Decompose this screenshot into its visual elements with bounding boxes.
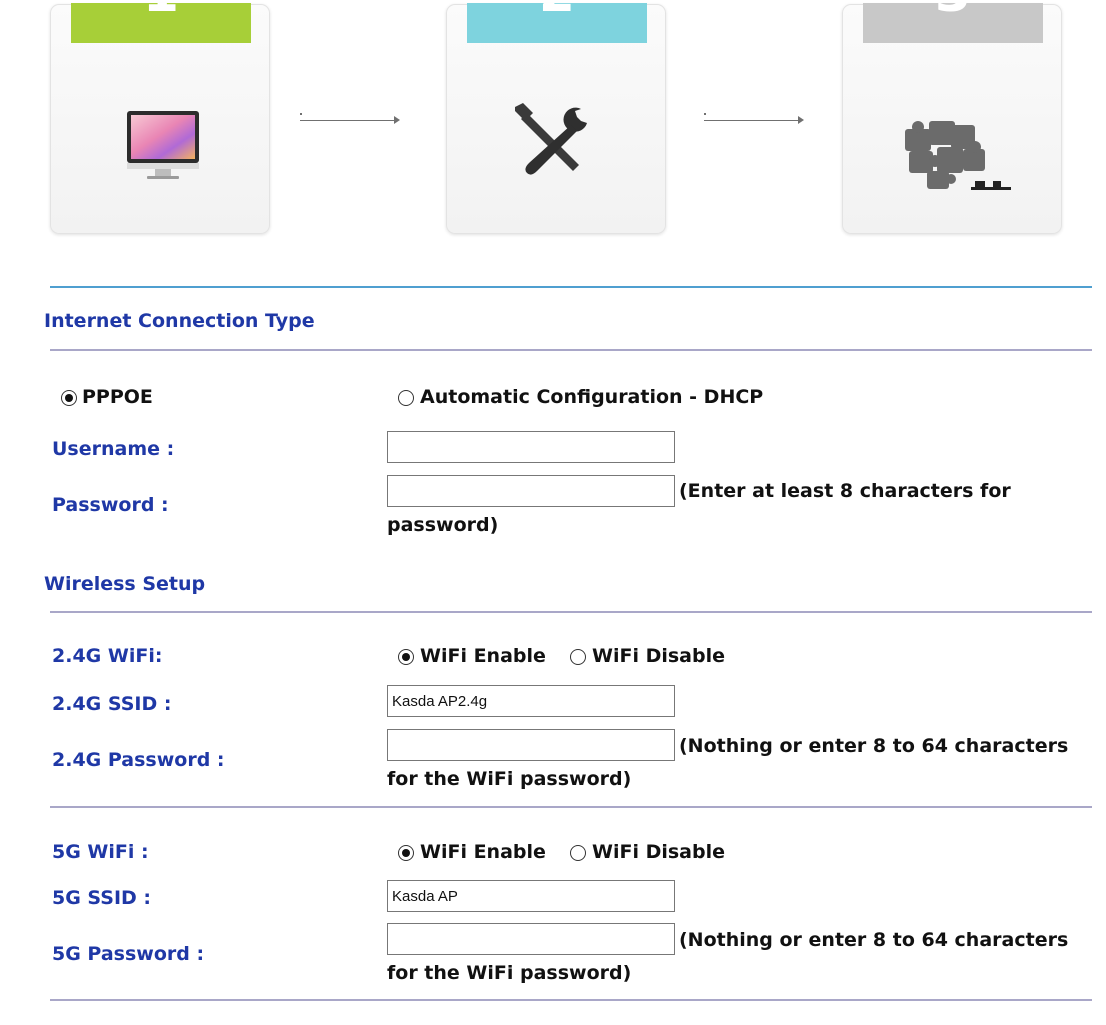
section-divider-top: [50, 286, 1092, 288]
step-arrow-2: [704, 113, 804, 126]
dhcp-label[interactable]: Automatic Configuration - DHCP: [420, 386, 763, 408]
wifi-5g-label: 5G WiFi :: [52, 841, 149, 863]
wizard-step-3-tab: 3: [863, 3, 1043, 43]
wizard-step-2[interactable]: 2: [446, 3, 666, 234]
wifi-24g-enable-label[interactable]: WiFi Enable: [420, 645, 546, 667]
section-divider: [50, 806, 1092, 808]
password-input[interactable]: [387, 475, 675, 507]
password-5g-hint-cont: for the WiFi password): [387, 962, 632, 984]
section-divider: [50, 349, 1092, 351]
wifi-24g-enable-radio[interactable]: [398, 649, 414, 665]
wifi-5g-disable-radio[interactable]: [570, 845, 586, 861]
pppoe-radio[interactable]: [61, 390, 77, 406]
wizard-step-1-tab: 1: [71, 3, 251, 43]
wifi-5g-enable-label[interactable]: WiFi Enable: [420, 841, 546, 863]
section-divider: [50, 999, 1092, 1001]
password-hint: (Enter at least 8 characters for: [679, 480, 1011, 502]
password-label: Password :: [52, 494, 169, 516]
password-24g-input[interactable]: [387, 729, 675, 761]
tools-icon: [515, 103, 587, 175]
ssid-24g-input[interactable]: [387, 685, 675, 717]
wireless-section-title: Wireless Setup: [44, 573, 206, 595]
monitor-icon: [127, 111, 199, 179]
ssid-5g-input[interactable]: [387, 880, 675, 912]
password-5g-label: 5G Password :: [52, 943, 205, 965]
wifi-5g-disable-label[interactable]: WiFi Disable: [592, 841, 725, 863]
username-label: Username :: [52, 438, 175, 460]
wizard-step-3[interactable]: 3: [842, 3, 1062, 234]
puzzle-icon: [905, 121, 1011, 190]
step-arrow-1: [300, 113, 400, 126]
password-5g-hint: (Nothing or enter 8 to 64 characters: [679, 929, 1069, 951]
wizard-step-1[interactable]: 1: [50, 3, 270, 234]
ssid-24g-label: 2.4G SSID :: [52, 693, 172, 715]
wizard-step-2-tab: 2: [467, 3, 647, 43]
password-24g-hint: (Nothing or enter 8 to 64 characters: [679, 735, 1069, 757]
username-input[interactable]: [387, 431, 675, 463]
password-24g-hint-cont: for the WiFi password): [387, 768, 632, 790]
section-divider: [50, 611, 1092, 613]
wifi-5g-enable-radio[interactable]: [398, 845, 414, 861]
password-24g-label: 2.4G Password :: [52, 749, 225, 771]
password-hint-cont: password): [387, 514, 499, 536]
ssid-5g-label: 5G SSID :: [52, 887, 151, 909]
password-5g-input[interactable]: [387, 923, 675, 955]
wifi-24g-label: 2.4G WiFi:: [52, 645, 163, 667]
dhcp-radio[interactable]: [398, 390, 414, 406]
wifi-24g-disable-radio[interactable]: [570, 649, 586, 665]
internet-section-title: Internet Connection Type: [44, 310, 315, 332]
pppoe-label[interactable]: PPPOE: [82, 386, 153, 408]
wifi-24g-disable-label[interactable]: WiFi Disable: [592, 645, 725, 667]
